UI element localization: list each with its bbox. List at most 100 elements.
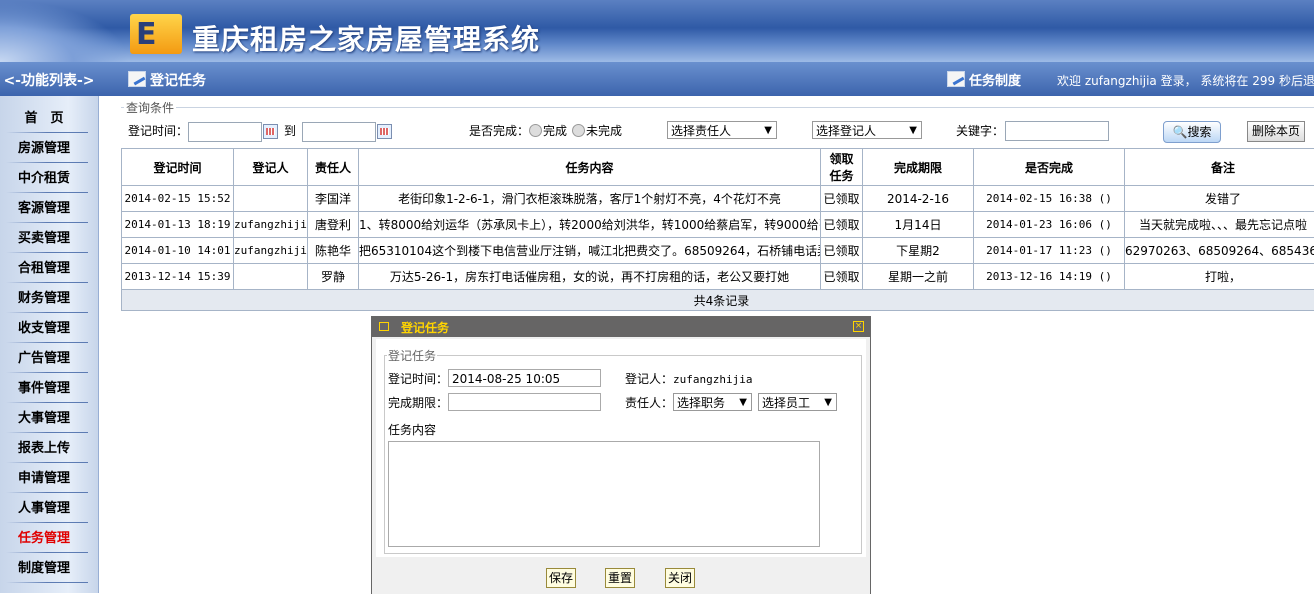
search-button[interactable]: 🔍搜索 xyxy=(1163,121,1221,143)
save-button[interactable]: 保存 xyxy=(546,568,576,588)
function-list-title: <-功能列表-> xyxy=(0,70,98,90)
dialog-fieldset: 登记时间： 2014-08-25 10:05 登记人：zufangzhijia … xyxy=(384,355,862,554)
app-logo: E xyxy=(130,14,182,54)
keyword-label: 关键字： xyxy=(956,122,1004,139)
dropdown-arrow-icon: ▼ xyxy=(909,122,917,140)
table-cell: 已领取 xyxy=(821,212,863,238)
welcome-message: 欢迎 zufangzhijia 登录， 系统将在 299 秒后退 xyxy=(1057,72,1314,89)
sidebar-item[interactable]: 财务管理 xyxy=(0,287,88,315)
table-cell: 唐登利 xyxy=(308,212,359,238)
table-cell: 1、转8000给刘运华（苏承凤卡上），转2000给刘洪华，转1000给蔡启军，转… xyxy=(359,212,821,238)
sidebar-item[interactable]: 客源管理 xyxy=(0,197,88,225)
table-cell: zufangzhijia xyxy=(234,238,308,264)
table-cell: 1月14日 xyxy=(863,212,974,238)
column-header: 领取 任务 xyxy=(821,149,863,186)
task-table: 登记时间登记人责任人任务内容领取 任务完成期限是否完成备注 2014-02-15… xyxy=(121,148,1314,311)
sidebar-item[interactable]: 合租管理 xyxy=(0,257,88,285)
column-header: 任务内容 xyxy=(359,149,821,186)
sidebar-item[interactable]: 制度管理 xyxy=(0,557,88,585)
task-system-link[interactable]: 任务制度 xyxy=(947,70,1021,89)
sidebar-item[interactable]: 任务管理 xyxy=(0,527,88,555)
dlg-deadline-input[interactable] xyxy=(448,393,601,411)
reg-time-start-input[interactable] xyxy=(188,122,262,142)
calendar-icon[interactable] xyxy=(377,124,392,139)
table-cell: 李国洋 xyxy=(308,186,359,212)
table-row[interactable]: 2014-01-10 14:01zufangzhijia陈艳华把65310104… xyxy=(122,238,1314,264)
table-footer: 共4条记录 xyxy=(122,290,1314,311)
window-icon xyxy=(379,322,389,331)
dropdown-arrow-icon: ▼ xyxy=(824,394,832,412)
dlg-employee-select[interactable]: 选择员工▼ xyxy=(758,393,837,411)
dlg-registrar-label: 登记人：zufangzhijia xyxy=(625,370,753,387)
sidebar-item[interactable]: 房源管理 xyxy=(0,137,88,165)
column-header: 登记时间 xyxy=(122,149,234,186)
radio-undone[interactable]: 未完成 xyxy=(572,122,622,139)
column-header: 备注 xyxy=(1125,149,1314,186)
register-task-icon xyxy=(128,71,146,87)
table-cell: 下星期2 xyxy=(863,238,974,264)
dialog-title: 登记任务 xyxy=(401,319,449,336)
app-title: 重庆租房之家房屋管理系统 xyxy=(192,18,540,58)
delete-page-button[interactable]: 删除本页 xyxy=(1247,121,1305,142)
sidebar-item[interactable]: 买卖管理 xyxy=(0,227,88,255)
responsible-select[interactable]: 选择责任人▼ xyxy=(667,121,777,139)
column-header: 责任人 xyxy=(308,149,359,186)
radio-icon xyxy=(572,124,585,137)
task-system-icon xyxy=(947,71,965,87)
close-icon[interactable]: × xyxy=(853,321,864,332)
table-cell: 2014-02-15 15:52 xyxy=(122,186,234,212)
dlg-responsible-label: 责任人： xyxy=(625,394,673,411)
table-cell: 打啦， xyxy=(1125,264,1314,290)
column-header: 登记人 xyxy=(234,149,308,186)
column-header: 是否完成 xyxy=(974,149,1125,186)
sidebar-item[interactable]: 申请管理 xyxy=(0,467,88,495)
table-cell: 星期一之前 xyxy=(863,264,974,290)
dropdown-arrow-icon: ▼ xyxy=(764,122,772,140)
table-cell: 当天就完成啦、、、最先忘记点啦 xyxy=(1125,212,1314,238)
table-cell: 老街印象1-2-6-1，滑门衣柜滚珠脱落，客厅1个射灯不亮，4个花灯不亮 xyxy=(359,186,821,212)
table-cell: 2014-01-10 14:01 xyxy=(122,238,234,264)
reg-time-end-input[interactable] xyxy=(302,122,376,142)
keyword-input[interactable] xyxy=(1005,121,1109,141)
app-header: E 重庆租房之家房屋管理系统 xyxy=(0,0,1314,62)
dlg-position-select[interactable]: 选择职务▼ xyxy=(673,393,752,411)
table-cell: 万达5-26-1，房东打电话催房租，女的说，再不打房租的话，老公又要打她 xyxy=(359,264,821,290)
reset-button[interactable]: 重置 xyxy=(605,568,635,588)
reg-time-label: 登记时间： xyxy=(128,122,188,139)
table-cell: zufangzhijia xyxy=(234,212,308,238)
table-cell: 陈艳华 xyxy=(308,238,359,264)
dlg-reg-time-input[interactable]: 2014-08-25 10:05 xyxy=(448,369,601,387)
completed-label: 是否完成： xyxy=(469,122,529,139)
to-label: 到 xyxy=(284,122,296,139)
sidebar-item[interactable]: 广告管理 xyxy=(0,347,88,375)
table-row[interactable]: 2014-02-15 15:52 李国洋老街印象1-2-6-1，滑门衣柜滚珠脱落，… xyxy=(122,186,1314,212)
table-cell: 2014-01-17 11:23 () xyxy=(974,238,1125,264)
sidebar-item[interactable]: 收支管理 xyxy=(0,317,88,345)
dlg-content-textarea[interactable] xyxy=(388,441,820,547)
dialog-titlebar: 登记任务 × xyxy=(372,317,870,337)
calendar-icon[interactable] xyxy=(263,124,278,139)
dropdown-arrow-icon: ▼ xyxy=(739,394,747,412)
sidebar-item[interactable]: 人事管理 xyxy=(0,497,88,525)
table-cell: 已领取 xyxy=(821,264,863,290)
sidebar-item[interactable]: 中介租赁 xyxy=(0,167,88,195)
table-row[interactable]: 2014-01-13 18:19zufangzhijia唐登利1、转8000给刘… xyxy=(122,212,1314,238)
dlg-reg-time-label: 登记时间： xyxy=(388,370,448,387)
sidebar-item[interactable]: 事件管理 xyxy=(0,377,88,405)
table-cell: 2014-01-23 16:06 () xyxy=(974,212,1125,238)
radio-done[interactable]: 完成 xyxy=(529,122,567,139)
table-cell: 2013-12-16 14:19 () xyxy=(974,264,1125,290)
search-icon: 🔍 xyxy=(1173,125,1188,139)
sidebar-item[interactable]: 大事管理 xyxy=(0,407,88,435)
table-row[interactable]: 2013-12-14 15:39罗静万达5-26-1，房东打电话催房租，女的说，… xyxy=(122,264,1314,290)
dlg-registrar-value: zufangzhijia xyxy=(673,373,752,386)
dlg-content-label: 任务内容 xyxy=(388,421,436,438)
table-cell: 发错了 xyxy=(1125,186,1314,212)
close-button[interactable]: 关闭 xyxy=(665,568,695,588)
registrar-select[interactable]: 选择登记人▼ xyxy=(812,121,922,139)
radio-icon xyxy=(529,124,542,137)
table-cell xyxy=(234,264,308,290)
dialog-legend: 登记任务 xyxy=(387,347,437,364)
sidebar-item[interactable]: 报表上传 xyxy=(0,437,88,465)
sidebar-item[interactable]: 首 页 xyxy=(0,107,88,135)
